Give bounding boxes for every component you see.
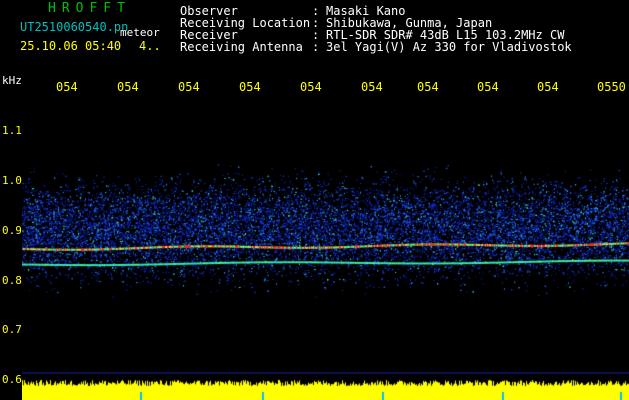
x-tick: 054	[417, 80, 439, 94]
antenna-value: 3el Yagi(V) Az 330 for Vladivostok	[326, 40, 572, 54]
x-tick: 054	[300, 80, 322, 94]
app-name: HROFFT	[48, 1, 131, 16]
datetime-label: 25.10.06 05:40	[20, 39, 122, 53]
overlay-label: meteor	[120, 26, 160, 39]
y-axis-unit: kHz	[2, 74, 22, 87]
y-tick: 1.1	[2, 124, 22, 137]
x-tick: 054	[537, 80, 559, 94]
antenna-sep: :	[312, 40, 320, 54]
y-tick: 0.9	[2, 224, 22, 237]
y-tick: 0.8	[2, 274, 22, 287]
x-tick: 054	[117, 80, 139, 94]
y-tick: 0.7	[2, 323, 22, 336]
x-tick: 054	[239, 80, 261, 94]
spectrogram[interactable]	[22, 98, 629, 400]
x-tick: 054	[477, 80, 499, 94]
y-tick: 0.6	[2, 373, 22, 386]
antenna-key: Receiving Antenna	[180, 40, 303, 54]
count-label: 4..	[139, 39, 161, 53]
x-tick: 0550	[597, 80, 626, 94]
y-tick: 1.0	[2, 174, 22, 187]
x-tick: 054	[361, 80, 383, 94]
x-tick: 054	[56, 80, 78, 94]
filename-label: UT2510060540.pn	[20, 20, 129, 34]
x-tick: 054	[178, 80, 200, 94]
